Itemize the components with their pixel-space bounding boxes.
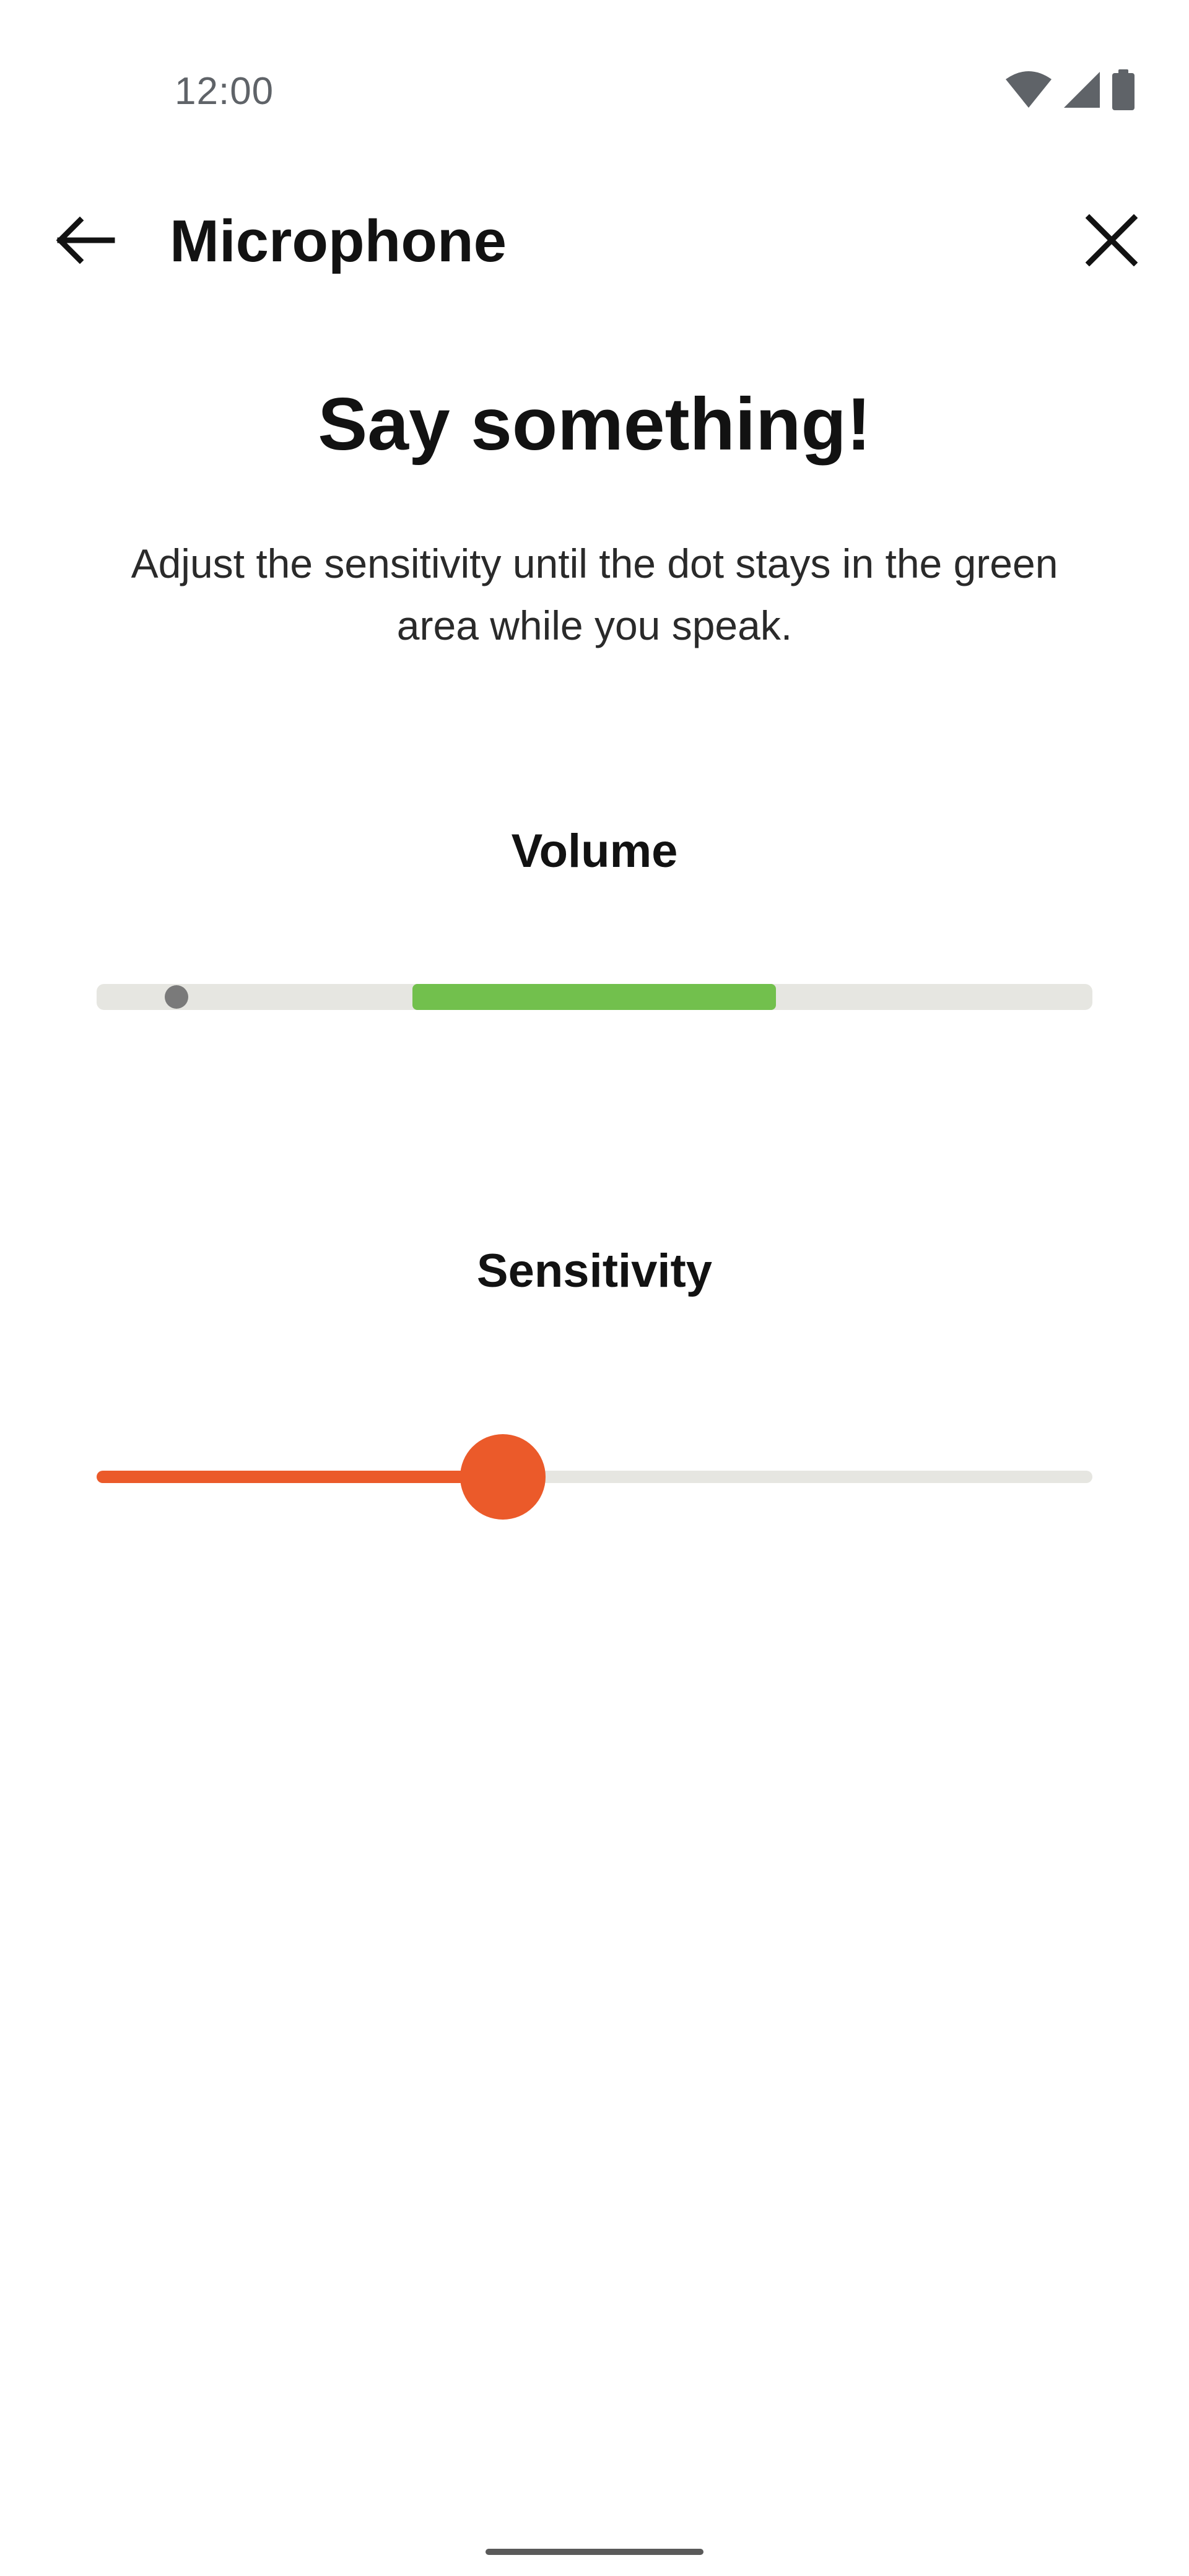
sensitivity-slider[interactable] xyxy=(97,1434,1092,1520)
sensitivity-slider-fill xyxy=(97,1471,503,1483)
status-time: 12:00 xyxy=(175,70,274,113)
status-bar: 12:00 xyxy=(0,0,1189,161)
volume-target-range xyxy=(412,984,776,1010)
volume-meter xyxy=(97,984,1092,1010)
arrow-left-icon xyxy=(54,215,116,268)
close-button[interactable] xyxy=(1071,204,1152,279)
back-button[interactable] xyxy=(45,211,125,272)
instructions-text: Adjust the sensitivity until the dot sta… xyxy=(131,541,1058,648)
volume-level-dot xyxy=(164,985,188,1009)
status-icons xyxy=(1004,68,1136,111)
page-title: Microphone xyxy=(170,208,507,274)
cell-signal-icon xyxy=(1063,71,1101,109)
home-indicator[interactable] xyxy=(486,2549,703,2555)
app-bar: Microphone xyxy=(0,186,1189,297)
close-icon xyxy=(1085,214,1138,269)
battery-icon xyxy=(1111,69,1136,110)
sensitivity-label: Sensitivity xyxy=(476,1245,713,1297)
volume-label: Volume xyxy=(511,825,678,877)
headline: Say something! xyxy=(318,383,871,466)
sensitivity-slider-thumb[interactable] xyxy=(460,1434,546,1520)
wifi-icon xyxy=(1004,71,1053,109)
